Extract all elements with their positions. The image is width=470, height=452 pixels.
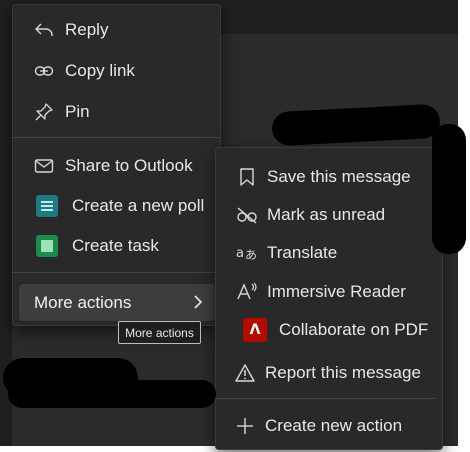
share-to-outlook-label: Share to Outlook bbox=[65, 156, 193, 175]
task-app-icon bbox=[36, 235, 58, 257]
mark-unread-label: Mark as unread bbox=[267, 205, 386, 224]
reply-menu-item[interactable]: Reply bbox=[13, 16, 220, 44]
report-message-menu-item[interactable]: Report this message bbox=[216, 359, 442, 387]
copy-link-menu-item[interactable]: Copy link bbox=[13, 57, 220, 85]
collaborate-pdf-menu-item[interactable]: ᐱ Collaborate on PDF bbox=[216, 316, 442, 344]
reply-label: Reply bbox=[65, 20, 109, 39]
menu-divider bbox=[216, 398, 436, 399]
reply-icon bbox=[33, 19, 55, 41]
create-task-label: Create task bbox=[72, 236, 159, 255]
redaction-mark bbox=[432, 124, 466, 254]
redaction-mark bbox=[271, 103, 441, 147]
menu-divider bbox=[13, 137, 220, 138]
save-message-menu-item[interactable]: Save this message bbox=[216, 163, 442, 191]
more-actions-label: More actions bbox=[34, 292, 132, 312]
immersive-reader-label: Immersive Reader bbox=[267, 282, 406, 301]
immersive-reader-menu-item[interactable]: Immersive Reader bbox=[216, 278, 442, 306]
svg-text:a: a bbox=[236, 246, 244, 261]
svg-text:あ: あ bbox=[245, 248, 257, 262]
mail-icon bbox=[33, 155, 55, 177]
bookmark-icon bbox=[236, 166, 258, 188]
create-new-action-menu-item[interactable]: Create new action bbox=[216, 412, 442, 440]
translate-menu-item[interactable]: aあ Translate bbox=[216, 239, 442, 267]
translate-icon: aあ bbox=[236, 242, 258, 264]
create-poll-menu-item[interactable]: Create a new poll bbox=[13, 192, 220, 220]
share-to-outlook-menu-item[interactable]: Share to Outlook bbox=[13, 152, 220, 180]
poll-app-icon bbox=[36, 195, 58, 217]
mark-unread-menu-item[interactable]: Mark as unread bbox=[216, 201, 442, 229]
pin-label: Pin bbox=[65, 102, 90, 121]
plus-icon bbox=[234, 415, 256, 437]
save-message-label: Save this message bbox=[267, 167, 411, 186]
create-poll-label: Create a new poll bbox=[72, 196, 205, 215]
more-actions-tooltip: More actions bbox=[118, 321, 201, 344]
menu-divider bbox=[13, 272, 220, 273]
pdf-icon: ᐱ bbox=[243, 318, 267, 342]
translate-label: Translate bbox=[267, 243, 338, 262]
copy-link-label: Copy link bbox=[65, 61, 135, 80]
message-context-menu: Reply Copy link Pin Share to Outlook Cre… bbox=[12, 4, 221, 326]
report-message-label: Report this message bbox=[265, 363, 421, 382]
create-new-action-label: Create new action bbox=[265, 416, 403, 435]
link-icon bbox=[33, 60, 55, 82]
eye-off-icon bbox=[236, 204, 258, 226]
more-actions-submenu: Save this message Mark as unread aあ Tran… bbox=[215, 147, 443, 450]
pin-icon bbox=[33, 101, 55, 123]
warning-icon bbox=[234, 362, 256, 384]
redaction-mark bbox=[8, 380, 216, 408]
chevron-right-icon bbox=[193, 294, 203, 315]
create-task-menu-item[interactable]: Create task bbox=[13, 232, 220, 260]
collaborate-pdf-label: Collaborate on PDF bbox=[279, 320, 429, 339]
immersive-reader-icon bbox=[236, 281, 258, 303]
more-actions-menu-item[interactable]: More actions bbox=[19, 284, 215, 321]
pin-menu-item[interactable]: Pin bbox=[13, 98, 220, 126]
